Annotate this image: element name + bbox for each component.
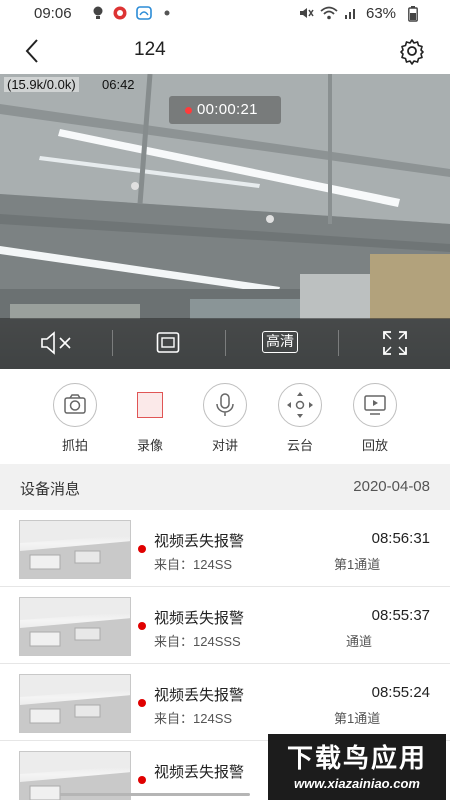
alarm-time: 08:56:31 — [371, 530, 430, 547]
bitrate-stats: (15.9k/0.0k) — [4, 77, 79, 92]
unread-dot — [138, 622, 146, 630]
camera-icon — [53, 383, 97, 427]
control-separator — [338, 330, 339, 356]
messages-title: 设备消息 — [20, 481, 81, 498]
recording-timer: 00:00:21 — [169, 96, 281, 124]
alarm-time: 08:55:37 — [371, 607, 430, 624]
alarm-source: 来自：124SS — [154, 557, 233, 572]
cloud-icon — [136, 6, 152, 23]
playback-icon — [353, 383, 397, 427]
alarm-time: 08:55:24 — [371, 684, 430, 701]
unread-dot — [138, 545, 146, 553]
status-bar: 09:06 63% — [0, 0, 450, 28]
signal-icon — [344, 6, 358, 23]
video-control-bar: 高清 — [0, 318, 450, 369]
record-icon — [137, 392, 163, 418]
alarm-title: 视频丢失报警 — [154, 533, 245, 550]
microphone-icon — [203, 383, 247, 427]
mute-button[interactable] — [40, 330, 72, 361]
ptz-label: 云台 — [286, 438, 313, 453]
alarm-channel: 通道 — [346, 634, 373, 649]
alarm-channel: 第1通道 — [334, 557, 381, 572]
snapshot-label: 抓拍 — [61, 438, 88, 453]
unread-dot — [138, 776, 146, 784]
alarm-channel: 第1通道 — [334, 711, 381, 726]
list-item[interactable]: 视频丢失报警 08:55:37 来自：124SSS 通道 — [0, 587, 450, 664]
record-label: 录像 — [136, 438, 163, 453]
watermark-title: 下载鸟应用 — [286, 743, 427, 773]
app-icon — [113, 6, 127, 23]
battery-percentage: 63% — [366, 5, 397, 22]
video-timestamp: 06:42 — [102, 77, 135, 92]
list-item[interactable]: 视频丢失报警 08:56:31 来自：124SS 第1通道 — [0, 510, 450, 587]
recording-dot-icon — [185, 107, 192, 114]
mute-icon — [298, 6, 314, 23]
messages-date[interactable]: 2020-04-08 — [353, 478, 430, 495]
talk-button[interactable]: 对讲 — [195, 383, 255, 454]
screen-mode-button[interactable] — [156, 330, 180, 361]
list-item[interactable]: 视频丢失报警 08:55:24 来自：124SS 第1通道 — [0, 664, 450, 741]
playback-label: 回放 — [361, 438, 388, 453]
wifi-icon — [320, 6, 338, 23]
site-watermark: 下载鸟应用 www.xiazainiao.com — [268, 734, 446, 800]
settings-button[interactable] — [398, 37, 426, 65]
recording-time: 00:00:21 — [197, 101, 258, 118]
device-messages-header: 设备消息 2020-04-08 — [0, 464, 450, 510]
bulb-icon — [92, 6, 104, 23]
page-title: 124 — [134, 39, 166, 60]
alarm-title: 视频丢失报警 — [154, 687, 245, 704]
live-video-view[interactable]: (15.9k/0.0k) 06:42 00:00:21 高清 — [0, 74, 450, 369]
action-toolbar: 抓拍 录像 对讲 云台 回放 — [0, 369, 450, 464]
watermark-url: www.xiazainiao.com — [294, 776, 420, 791]
alarm-thumbnail — [19, 520, 131, 579]
hd-button[interactable]: 高清 — [262, 331, 298, 353]
record-button[interactable]: 录像 — [120, 383, 180, 454]
status-time: 09:06 — [34, 5, 72, 22]
gear-icon — [400, 39, 424, 65]
alarm-thumbnail — [19, 597, 131, 656]
battery-icon — [408, 6, 418, 25]
alarm-source: 来自：124SSS — [154, 634, 241, 649]
alarm-source: 来自：124SS — [154, 711, 233, 726]
talk-label: 对讲 — [211, 438, 238, 453]
speaker-mute-icon — [41, 331, 71, 355]
top-navigation: 124 — [0, 28, 450, 74]
playback-button[interactable]: 回放 — [345, 383, 405, 454]
fullscreen-icon — [383, 331, 407, 355]
fullscreen-button[interactable] — [382, 330, 408, 361]
ptz-icon — [278, 383, 322, 427]
snapshot-button[interactable]: 抓拍 — [45, 383, 105, 454]
alarm-thumbnail — [19, 674, 131, 733]
dot-icon — [164, 6, 170, 23]
alarm-title: 视频丢失报警 — [154, 610, 245, 627]
unread-dot — [138, 699, 146, 707]
control-separator — [225, 330, 226, 356]
screen-icon — [156, 332, 180, 353]
back-button[interactable] — [20, 36, 48, 66]
chevron-left-icon — [25, 39, 38, 63]
home-indicator — [60, 793, 250, 796]
control-separator — [112, 330, 113, 356]
ptz-button[interactable]: 云台 — [270, 383, 330, 454]
alarm-title: 视频丢失报警 — [154, 764, 245, 781]
